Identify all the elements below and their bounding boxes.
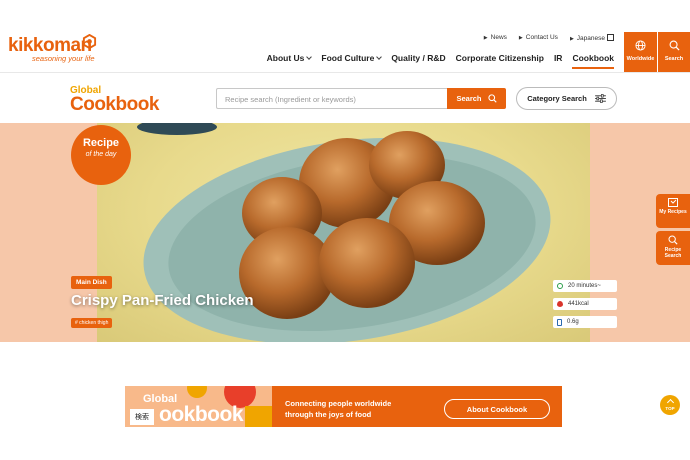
about-cookbook-banner[interactable]: Global ookbook 検索 Connecting people worl… (125, 386, 562, 427)
flame-icon (557, 301, 563, 307)
chevron-down-icon (376, 54, 383, 60)
chevron-down-icon (306, 54, 313, 60)
global-cookbook-logo[interactable]: Global Cookbook (70, 86, 172, 115)
recipe-search-input[interactable]: Recipe search (Ingredient or keywords) (216, 88, 448, 109)
salt-shaker-icon (557, 318, 562, 326)
search-label: Search (664, 56, 684, 62)
kikkoman-logo[interactable]: kikkoman seasoning your life (8, 34, 97, 63)
calories-value: 441kcal (568, 301, 589, 307)
my-recipes-label: My Recipes (659, 209, 687, 215)
badge-line1: Recipe (82, 137, 120, 149)
nav-label: IR (553, 53, 563, 63)
banner-text: Connecting people worldwide through the … (285, 398, 391, 420)
cook-time-chip: 20 minutes~ (553, 280, 617, 292)
brand-tagline: seasoning your life (32, 54, 95, 63)
category-search-label: Category Search (527, 94, 587, 103)
utility-link-label: Japanese (576, 35, 605, 42)
search-button-label: Search (456, 94, 482, 103)
banner-kanji-label: 検索 (130, 409, 154, 425)
header-search-button[interactable]: Search (658, 32, 690, 72)
utility-link-label: News (490, 34, 507, 41)
salt-chip: 0.6g (553, 316, 617, 328)
recipe-title[interactable]: Crispy Pan-Fried Chicken (71, 292, 254, 309)
nav-item-about-us[interactable]: About Us (266, 53, 313, 69)
search-icon (669, 40, 680, 51)
hashtag-chicken-thigh[interactable]: # chicken thigh (71, 318, 113, 328)
clock-icon (557, 283, 563, 289)
nav-item-cookbook[interactable]: Cookbook (572, 53, 614, 69)
nav-label: Corporate Citizenship (455, 53, 544, 63)
category-tag-main-dish[interactable]: Main Dish (71, 276, 112, 289)
filter-sliders-icon (594, 94, 606, 103)
nav-label: Food Culture (321, 53, 375, 63)
arrow-right-icon: ▶ (483, 35, 488, 41)
banner-logo-line2: ookbook (159, 403, 244, 426)
nav-label: About Us (266, 53, 305, 63)
recipe-search-label: Recipe Search (664, 247, 682, 259)
badge-line2: of the day (85, 151, 117, 158)
about-cookbook-button[interactable]: About Cookbook (444, 399, 550, 419)
search-icon (487, 94, 497, 103)
fried-chicken-plate-illustration (137, 123, 551, 342)
salt-value: 0.6g (567, 319, 579, 325)
calories-chip: 441kcal (553, 298, 617, 310)
nav-label: Cookbook (572, 53, 614, 63)
cook-time-value: 20 minutes~ (568, 283, 601, 289)
bookmark-folder-icon (668, 198, 678, 207)
search-icon (668, 235, 678, 245)
my-recipes-tab[interactable]: My Recipes (656, 194, 690, 228)
nav-item-food-culture[interactable]: Food Culture (321, 53, 383, 69)
page: kikkoman seasoning your life ▶ News ▶ Cont… (0, 0, 690, 460)
cookbook-logo-line2: Cookbook (70, 94, 159, 115)
banner-text-line1: Connecting people worldwide (285, 399, 392, 408)
recipe-search-button[interactable]: Search (447, 88, 506, 109)
arrow-right-icon: ▶ (518, 35, 523, 41)
global-header: kikkoman seasoning your life ▶ News ▶ Cont… (0, 0, 690, 73)
banner-logo-area: Global ookbook 検索 (125, 386, 272, 427)
utility-links: ▶ News ▶ Contact Us ▶ Japanese (484, 34, 614, 42)
worldwide-label: Worldwide (626, 56, 655, 62)
to-top-label: TOP (665, 406, 675, 411)
utility-link-japanese[interactable]: ▶ Japanese (570, 34, 614, 42)
nav-item-corporate-citizenship[interactable]: Corporate Citizenship (456, 53, 544, 69)
global-nav: About Us Food Culture Quality / R&D Corp… (267, 53, 614, 69)
utility-link-contact[interactable]: ▶ Contact Us (519, 34, 558, 42)
nav-label: Quality / R&D (391, 53, 446, 63)
nav-item-ir[interactable]: IR (554, 53, 563, 69)
recipe-of-the-day-badge: Recipe of the day (71, 125, 131, 185)
banner-text-line2: through the joys of food (285, 410, 372, 419)
recipe-search-tab[interactable]: Recipe Search (656, 231, 690, 265)
worldwide-button[interactable]: Worldwide (624, 32, 657, 72)
back-to-top-button[interactable]: TOP (660, 395, 680, 415)
category-search-button[interactable]: Category Search (516, 87, 617, 110)
nav-item-quality[interactable]: Quality / R&D (391, 53, 445, 69)
globe-icon (635, 40, 646, 51)
arrow-up-icon (666, 398, 674, 407)
arrow-right-icon: ▶ (569, 36, 574, 42)
utility-link-news[interactable]: ▶ News (484, 34, 507, 42)
utility-link-label: Contact Us (525, 34, 558, 41)
hexagon-logo-icon (82, 34, 97, 49)
external-link-icon (607, 34, 614, 41)
